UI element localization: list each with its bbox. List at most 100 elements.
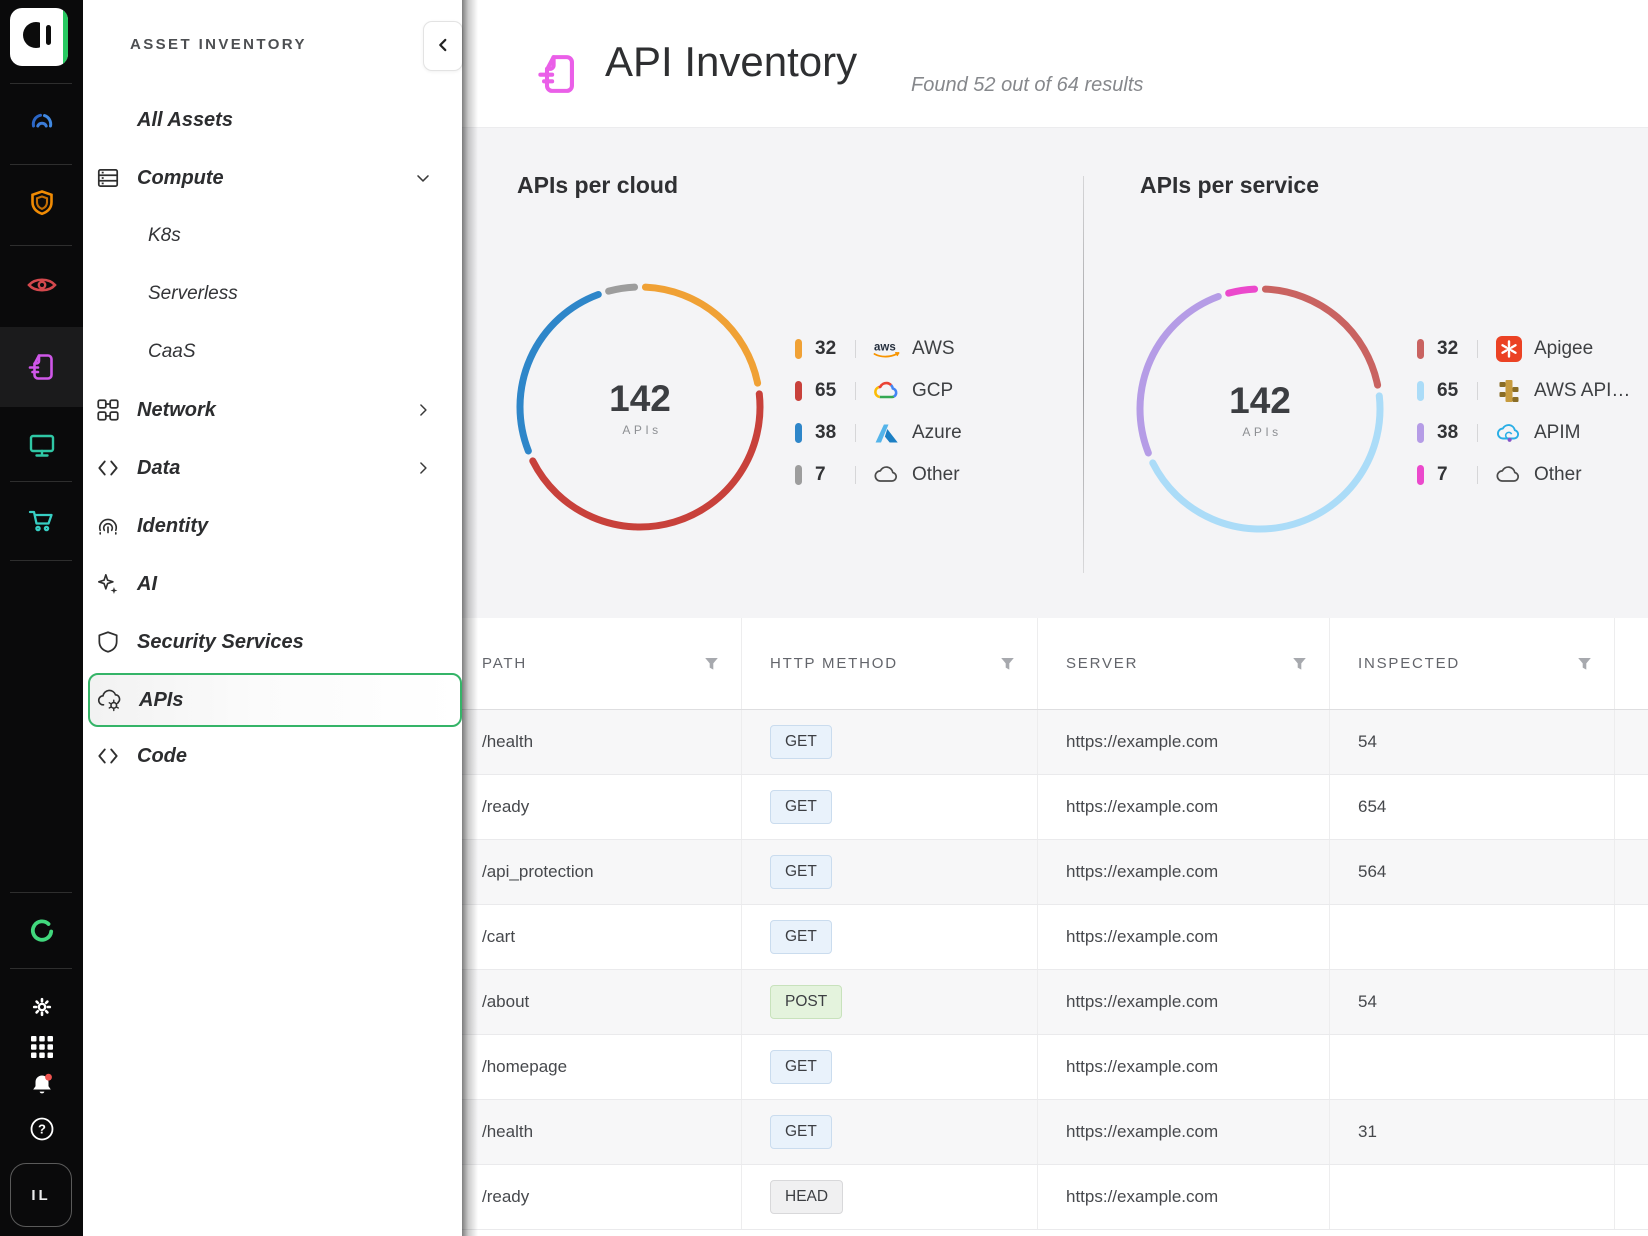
inspected-cell: 31 bbox=[1330, 1100, 1615, 1164]
table-row[interactable]: /readyHEADhttps://example.com bbox=[462, 1165, 1648, 1230]
path-cell: /about bbox=[462, 970, 742, 1034]
sidebar-item-serverless[interactable]: Serverless bbox=[83, 265, 462, 323]
chevron-right-icon[interactable] bbox=[413, 458, 433, 478]
sidebar-item-label: Data bbox=[137, 457, 180, 480]
method-badge: GET bbox=[770, 855, 832, 889]
marketplace-cart-icon[interactable] bbox=[0, 504, 83, 538]
app-root: ? IL ASSET INVENTORY All Assets Compute K8… bbox=[0, 0, 1648, 1236]
page-header: API Inventory Found 52 out of 64 results bbox=[462, 0, 1648, 127]
method-badge: GET bbox=[770, 1050, 832, 1084]
notifications-bell-icon[interactable] bbox=[0, 1068, 83, 1102]
legend-item-other[interactable]: 7Other bbox=[795, 454, 962, 496]
logo-accent-bar bbox=[63, 8, 68, 66]
visibility-eye-icon[interactable] bbox=[0, 268, 83, 302]
security-shield-icon[interactable] bbox=[0, 186, 83, 220]
legend-separator bbox=[1477, 382, 1478, 400]
sparkles-icon bbox=[94, 571, 122, 597]
sidebar-item-all-assets[interactable]: All Assets bbox=[83, 91, 462, 149]
filter-icon[interactable] bbox=[704, 657, 719, 671]
server-cell: https://example.com bbox=[1038, 1100, 1330, 1164]
table-row[interactable]: /healthGEThttps://example.com31 bbox=[462, 1100, 1648, 1165]
legend-item-other[interactable]: 7Other bbox=[1417, 454, 1630, 496]
sidebar-item-label: Compute bbox=[137, 167, 224, 190]
legend-swatch bbox=[1417, 465, 1424, 485]
column-label: INSPECTED bbox=[1358, 655, 1460, 672]
method-badge: GET bbox=[770, 790, 832, 824]
donut-total: 142 bbox=[609, 378, 671, 420]
table-row[interactable]: /readyGEThttps://example.com654 bbox=[462, 775, 1648, 840]
legend-item-gcp[interactable]: 65GCP bbox=[795, 370, 962, 412]
table-row[interactable]: /homepageGEThttps://example.com bbox=[462, 1035, 1648, 1100]
legend-separator bbox=[855, 340, 856, 358]
settings-gear-icon[interactable] bbox=[0, 990, 83, 1024]
inspected-cell: 654 bbox=[1330, 775, 1615, 839]
sidebar-item-network[interactable]: Network bbox=[83, 381, 462, 439]
server-cell: https://example.com bbox=[1038, 710, 1330, 774]
method-cell: GET bbox=[742, 1035, 1038, 1099]
sidebar-item-data[interactable]: Data bbox=[83, 439, 462, 497]
spacer-cell bbox=[1615, 840, 1648, 904]
apps-grid-icon[interactable] bbox=[0, 1030, 83, 1064]
server-cell: https://example.com bbox=[1038, 1035, 1330, 1099]
user-avatar[interactable]: IL bbox=[10, 1163, 72, 1227]
sidebar-item-code[interactable]: Code bbox=[83, 727, 462, 785]
product-logo[interactable] bbox=[10, 8, 68, 66]
page-title: API Inventory bbox=[605, 38, 857, 86]
sidebar-item-compute[interactable]: Compute bbox=[83, 149, 462, 207]
help-icon[interactable]: ? bbox=[0, 1112, 83, 1146]
table-row[interactable]: /cartGEThttps://example.com bbox=[462, 905, 1648, 970]
legend-item-azure[interactable]: 38Azure bbox=[795, 412, 962, 454]
column-header-server: SERVER bbox=[1038, 618, 1330, 709]
method-cell: GET bbox=[742, 905, 1038, 969]
donut-chart: 142 APIs bbox=[1130, 279, 1390, 539]
filter-icon[interactable] bbox=[1292, 657, 1307, 671]
legend-value: 38 bbox=[1437, 422, 1473, 444]
table-row[interactable]: /api_protectionGEThttps://example.com564 bbox=[462, 840, 1648, 905]
legend-item-aws[interactable]: 32awsAWS bbox=[795, 328, 962, 370]
column-header-spacer bbox=[1615, 618, 1648, 709]
donut-total-label: APIs bbox=[622, 423, 661, 437]
api-table: PATHHTTP METHODSERVERINSPECTED /healthGE… bbox=[462, 618, 1648, 1236]
charts-section: APIs per cloud 142 APIs 32awsAWS65GCP38A… bbox=[462, 127, 1648, 619]
method-badge: POST bbox=[770, 985, 842, 1019]
table-header-row: PATHHTTP METHODSERVERINSPECTED bbox=[462, 618, 1648, 710]
sidebar-item-identity[interactable]: Identity bbox=[83, 497, 462, 555]
sidebar-item-apis[interactable]: APIs bbox=[88, 673, 462, 727]
chevron-down-icon[interactable] bbox=[413, 168, 433, 188]
method-cell: POST bbox=[742, 970, 1038, 1034]
dashboard-gauge-icon[interactable] bbox=[0, 105, 83, 139]
spacer-cell bbox=[1615, 905, 1648, 969]
main-content: API Inventory Found 52 out of 64 results… bbox=[462, 0, 1648, 1236]
asset-inventory-doc-icon[interactable] bbox=[0, 350, 83, 384]
rail-divider bbox=[10, 164, 72, 165]
legend-item-apigee[interactable]: 32Apigee bbox=[1417, 328, 1630, 370]
legend-item-aws-api[interactable]: 65AWS API… bbox=[1417, 370, 1630, 412]
legend-label: Apigee bbox=[1534, 338, 1593, 360]
logo-icon bbox=[19, 15, 59, 60]
status-ring-icon[interactable] bbox=[0, 914, 83, 948]
donut-total: 142 bbox=[1229, 380, 1291, 422]
legend-swatch bbox=[1417, 339, 1424, 359]
sidebar-collapse-button[interactable] bbox=[423, 21, 463, 71]
sidebar-item-security-services[interactable]: Security Services bbox=[83, 613, 462, 671]
sidebar-item-k8s[interactable]: K8s bbox=[83, 207, 462, 265]
legend-swatch bbox=[795, 339, 802, 359]
sidebar-item-caas[interactable]: CaaS bbox=[83, 323, 462, 381]
asset-inventory-sidebar: ASSET INVENTORY All Assets Compute K8sServ… bbox=[83, 0, 462, 1236]
method-cell: GET bbox=[742, 840, 1038, 904]
table-row[interactable]: /aboutPOSThttps://example.com54 bbox=[462, 970, 1648, 1035]
chevron-right-icon[interactable] bbox=[413, 400, 433, 420]
legend-item-apim[interactable]: 38APIM bbox=[1417, 412, 1630, 454]
sidebar-item-ai[interactable]: AI bbox=[83, 555, 462, 613]
apis-per-service-chart: APIs per service 142 APIs 32Apigee65AWS … bbox=[1083, 128, 1648, 619]
legend-separator bbox=[855, 466, 856, 484]
cloud-gear-icon bbox=[96, 687, 124, 713]
column-label: SERVER bbox=[1066, 655, 1138, 672]
endpoints-monitor-icon[interactable] bbox=[0, 428, 83, 462]
sidebar-section-title: ASSET INVENTORY bbox=[130, 36, 307, 53]
path-cell: /health bbox=[462, 710, 742, 774]
filter-icon[interactable] bbox=[1577, 657, 1592, 671]
table-row[interactable]: /healthGEThttps://example.com54 bbox=[462, 710, 1648, 775]
filter-icon[interactable] bbox=[1000, 657, 1015, 671]
chart-legend: 32awsAWS65GCP38Azure7Other bbox=[795, 328, 962, 496]
